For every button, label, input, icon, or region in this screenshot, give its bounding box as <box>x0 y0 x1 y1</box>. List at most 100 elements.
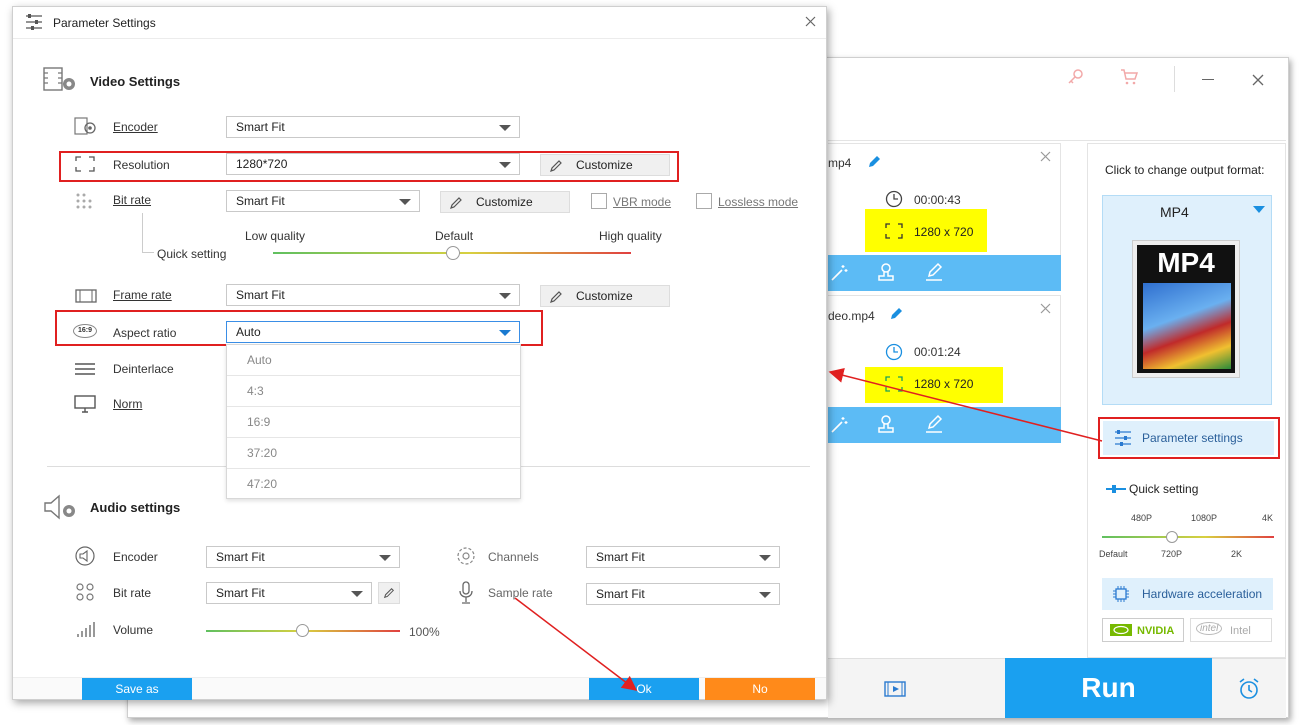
channels-icon <box>457 547 475 565</box>
no-button[interactable]: No <box>705 678 815 700</box>
key-icon[interactable] <box>1066 68 1084 86</box>
nvidia-label: NVIDIA <box>1137 625 1175 637</box>
framerate-select[interactable]: Smart Fit <box>226 284 520 306</box>
framerate-customize-button[interactable]: Customize <box>540 285 670 307</box>
watermark-icon[interactable] <box>876 262 896 282</box>
encoder-select[interactable]: Smart Fit <box>226 116 520 138</box>
bitrate-select[interactable]: Smart Fit <box>226 190 420 212</box>
vbr-checkbox[interactable] <box>591 193 607 209</box>
quality-track[interactable] <box>1102 536 1274 538</box>
file-resolution-2: 1280 x 720 <box>914 377 974 391</box>
subtitle-edit-icon[interactable] <box>924 262 944 282</box>
quick-setting-connector <box>142 213 154 253</box>
encoder-value: Smart Fit <box>236 120 285 134</box>
format-name: MP4 <box>1160 204 1189 220</box>
monitor-icon <box>74 395 96 413</box>
cart-icon[interactable] <box>1120 68 1138 86</box>
chevron-down-icon <box>499 125 511 131</box>
quick-setting-icon <box>1106 485 1126 493</box>
default-quality-label: Default <box>435 229 474 243</box>
file-actions-strip-1 <box>828 255 1061 291</box>
scale-top-1080: 1080P <box>1191 513 1218 523</box>
thumbnail-text: MP4 <box>1157 247 1215 278</box>
framerate-value: Smart Fit <box>236 288 285 302</box>
audio-bitrate-edit-button[interactable] <box>378 582 400 604</box>
chevron-down-icon <box>759 592 771 598</box>
video-settings-title: Video Settings <box>90 74 181 89</box>
audio-bitrate-value: Smart Fit <box>216 586 265 600</box>
pencil-icon <box>550 291 562 303</box>
output-folder-icon[interactable] <box>884 680 906 698</box>
channels-value: Smart Fit <box>596 550 645 564</box>
resolution-icon-2 <box>885 376 903 392</box>
audio-bitrate-icon <box>76 583 94 601</box>
aspect-ratio-dropdown: Auto 4:3 16:9 37:20 47:20 <box>226 344 521 499</box>
audio-encoder-select[interactable]: Smart Fit <box>206 546 400 568</box>
chevron-down-icon <box>351 591 363 597</box>
edit-name-icon[interactable] <box>866 154 882 170</box>
scale-bottom-720: 720P <box>1161 549 1183 559</box>
framerate-label[interactable]: Frame rate <box>113 288 172 302</box>
effect-wand-icon-2[interactable] <box>830 416 848 434</box>
aspect-option-4-3[interactable]: 4:3 <box>227 376 520 407</box>
format-dropdown-arrow[interactable] <box>1253 206 1265 213</box>
pencil-icon <box>450 197 462 209</box>
aspect-option-47-20[interactable]: 47:20 <box>227 469 520 500</box>
framerate-icon <box>75 289 97 303</box>
resolution-icon <box>885 223 903 239</box>
lossless-checkbox[interactable] <box>696 193 712 209</box>
file-duration-2: 00:01:24 <box>914 345 961 359</box>
alarm-clock-icon[interactable] <box>1237 677 1261 701</box>
scale-top-480: 480P <box>1131 513 1153 523</box>
minimize-button[interactable] <box>1202 79 1214 80</box>
dialog-title-divider <box>13 38 826 39</box>
volume-thumb[interactable] <box>296 624 309 637</box>
encoder-icon <box>74 117 96 135</box>
lossless-label[interactable]: Lossless mode <box>718 195 798 209</box>
aspect-ratio-redbox <box>55 310 543 346</box>
close-file-icon-2[interactable] <box>1040 303 1051 314</box>
nvidia-eye-icon <box>1110 624 1132 636</box>
bitrate-label[interactable]: Bit rate <box>113 193 151 207</box>
norm-label[interactable]: Norm <box>113 397 142 411</box>
dialog-close-icon[interactable] <box>805 16 816 27</box>
close-main-icon[interactable] <box>1252 74 1264 86</box>
quick-setting-video-label: Quick setting <box>157 247 227 261</box>
effect-wand-icon[interactable] <box>830 264 848 282</box>
bitrate-value: Smart Fit <box>236 194 285 208</box>
vbr-label[interactable]: VBR mode <box>613 195 671 209</box>
low-quality-label: Low quality <box>245 229 306 243</box>
encoder-label[interactable]: Encoder <box>113 120 158 134</box>
aspect-option-37-20[interactable]: 37:20 <box>227 438 520 469</box>
dialog-settings-icon <box>26 14 42 30</box>
clock-icon-2 <box>885 343 903 361</box>
edit-name-icon-2[interactable] <box>888 306 904 322</box>
audio-bitrate-select[interactable]: Smart Fit <box>206 582 372 604</box>
channels-select[interactable]: Smart Fit <box>586 546 780 568</box>
save-as-button[interactable]: Save as <box>82 678 192 700</box>
watermark-icon-2[interactable] <box>876 414 896 434</box>
quality-thumb[interactable] <box>1166 531 1178 543</box>
file-resolution-1: 1280 x 720 <box>914 225 974 239</box>
subtitle-edit-icon-2[interactable] <box>924 414 944 434</box>
scale-bottom-default: Default <box>1099 549 1128 559</box>
audio-encoder-label: Encoder <box>113 550 158 564</box>
ok-button[interactable]: Ok <box>589 678 699 700</box>
deinterlace-icon <box>75 363 95 375</box>
close-file-icon[interactable] <box>1040 151 1051 162</box>
video-quality-thumb[interactable] <box>446 246 460 260</box>
deinterlace-label: Deinterlace <box>113 362 174 376</box>
aspect-option-16-9[interactable]: 16:9 <box>227 407 520 438</box>
customize-label: Customize <box>476 195 533 209</box>
audio-bitrate-label: Bit rate <box>113 586 152 600</box>
aspect-option-auto[interactable]: Auto <box>227 345 520 376</box>
resolution-redbox <box>59 151 679 182</box>
audio-settings-title: Audio settings <box>90 500 181 515</box>
samplerate-select[interactable]: Smart Fit <box>586 583 780 605</box>
customize-label: Customize <box>576 289 633 303</box>
scale-bottom-2k: 2K <box>1231 549 1243 559</box>
chevron-down-icon <box>499 293 511 299</box>
bitrate-customize-button[interactable]: Customize <box>440 191 570 213</box>
intel-label: Intel <box>1230 625 1251 637</box>
run-button[interactable]: Run <box>1005 658 1212 718</box>
